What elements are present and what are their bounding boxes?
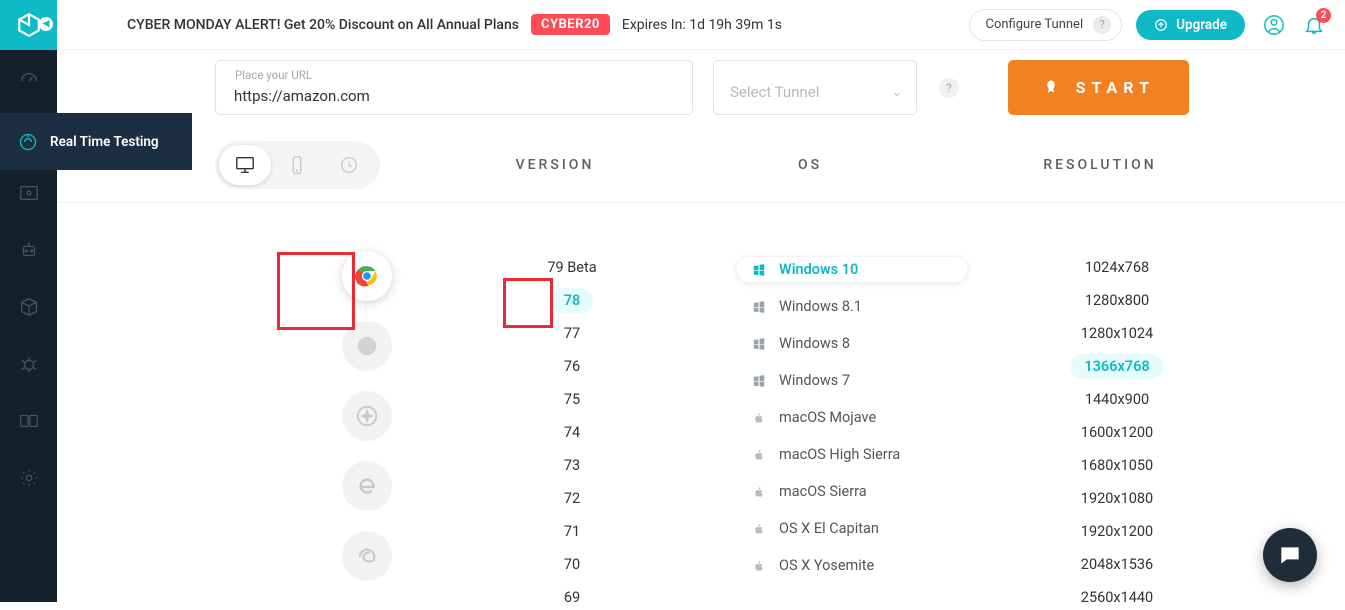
windows-icon [751,374,767,388]
version-item[interactable]: 69 [551,585,593,610]
browser-edge[interactable] [342,531,392,581]
header-version: VERSION [440,157,670,173]
resolution-item[interactable]: 1680x1050 [1067,453,1167,478]
chevron-down-icon: ⌄ [892,85,902,99]
sidebar-active-label: Real Time Testing [50,134,159,150]
upgrade-label: Upgrade [1176,17,1227,33]
brand-logo[interactable]: ◀ [0,0,57,50]
version-item[interactable]: 70 [551,552,593,577]
resolution-item[interactable]: 1280x800 [1071,288,1163,313]
browser-safari[interactable] [342,391,392,441]
os-column: Windows 10 Windows 8.1 Windows 8 Windows 7 m… [687,251,967,602]
header-os: OS [670,157,950,173]
chat-button[interactable] [1263,528,1317,582]
os-item[interactable]: Windows 10 [737,257,967,282]
os-label: Windows 10 [779,261,858,278]
resolution-item[interactable]: 1600x1200 [1067,420,1167,445]
configure-label: Configure Tunnel [986,17,1084,32]
control-row: Place your URL Optional Select Tunnel ⌄ … [57,50,1345,125]
os-item[interactable]: Windows 8 [737,331,967,356]
promo-expires: Expires In: 1d 19h 39m 1s [622,17,782,33]
resolution-item[interactable]: 1366x768 [1070,354,1163,379]
resolution-item[interactable]: 1920x1200 [1067,519,1167,544]
os-label: Windows 8.1 [779,298,862,315]
windows-icon [751,337,767,351]
browser-ie[interactable] [342,461,392,511]
upgrade-button[interactable]: Upgrade [1136,10,1245,40]
os-label: OS X Yosemite [779,557,874,574]
os-item[interactable]: OS X Yosemite [737,553,967,578]
url-label: Place your URL [235,68,312,82]
resolution-item[interactable]: 1920x1080 [1067,486,1167,511]
os-item[interactable]: macOS Sierra [737,479,967,504]
tunnel-select[interactable]: Select Tunnel ⌄ [713,60,917,115]
apple-icon [751,522,767,536]
version-item[interactable]: 71 [551,519,593,544]
resolution-item[interactable]: 2560x1440 [1067,585,1167,610]
version-item[interactable]: 78 [551,288,593,313]
selection-grid: 79 Beta78777675747372717069 Windows 10Wi… [57,203,1345,602]
os-label: macOS Mojave [779,409,876,426]
highlight-version [503,278,553,328]
configure-tunnel-button[interactable]: Configure Tunnel ? [969,9,1123,41]
tunnel-help-icon[interactable]: ? [939,78,959,98]
os-item[interactable]: Windows 8.1 [737,294,967,319]
apple-icon [751,559,767,573]
sidebar-collapse-icon[interactable]: ◀ [39,17,53,31]
topbar: CYBER MONDAY ALERT! Get 20% Discount on … [57,0,1345,50]
sidebar-item-settings[interactable] [0,449,57,506]
sidebar-item-dashboard[interactable] [0,50,57,107]
os-label: Windows 8 [779,335,850,352]
promo-code: CYBER20 [531,14,610,35]
os-label: Windows 7 [779,372,850,389]
version-item[interactable]: 77 [551,321,593,346]
resolution-item[interactable]: 1440x900 [1071,387,1163,412]
windows-icon [751,300,767,314]
sidebar-item-bug[interactable] [0,335,57,392]
os-label: OS X El Capitan [779,520,879,537]
version-column: 79 Beta78777675747372717069 [457,251,687,602]
start-button[interactable]: START [1008,60,1189,115]
apple-icon [751,411,767,425]
version-item[interactable]: 76 [551,354,593,379]
version-item[interactable]: 79 Beta [535,255,608,280]
sidebar-item-screenshot[interactable] [0,164,57,221]
sidebar-item-realtime[interactable]: Real Time Testing [0,113,192,170]
device-mobile[interactable] [271,145,323,185]
header-resolution: RESOLUTION [950,157,1250,173]
apple-icon [751,448,767,462]
tunnel-placeholder: Select Tunnel [730,83,819,101]
device-history[interactable] [323,145,375,185]
sidebar-item-automation[interactable] [0,221,57,278]
resolution-item[interactable]: 2048x1536 [1067,552,1167,577]
profile-icon[interactable] [1263,14,1285,36]
version-item[interactable]: 72 [551,486,593,511]
os-item[interactable]: macOS Mojave [737,405,967,430]
os-item[interactable]: macOS High Sierra [737,442,967,467]
highlight-browser [277,252,355,330]
notification-icon[interactable]: 2 [1303,14,1325,36]
version-item[interactable]: 74 [551,420,593,445]
resolution-item[interactable]: 1280x1024 [1067,321,1167,346]
notification-badge: 2 [1316,8,1331,23]
resolution-item[interactable]: 1024x768 [1071,255,1163,280]
os-item[interactable]: OS X El Capitan [737,516,967,541]
windows-icon [751,263,767,277]
os-label: macOS High Sierra [779,446,900,463]
headers-row: VERSION OS RESOLUTION [57,128,1345,203]
apple-icon [751,485,767,499]
device-toggle [215,141,380,189]
help-icon[interactable]: ? [1093,16,1111,34]
version-item[interactable]: 73 [551,453,593,478]
os-item[interactable]: Windows 7 [737,368,967,393]
resolution-column: 1024x768 1280x800 1280x1024 1366x768 1440x90… [967,251,1267,602]
os-label: macOS Sierra [779,483,867,500]
version-item[interactable]: 75 [551,387,593,412]
device-desktop[interactable] [219,145,271,185]
sidebar-item-package[interactable] [0,278,57,335]
sidebar-item-compare[interactable] [0,392,57,449]
promo-text: CYBER MONDAY ALERT! Get 20% Discount on … [127,17,519,33]
start-label: START [1076,78,1155,97]
sidebar: ◀ [0,0,57,602]
